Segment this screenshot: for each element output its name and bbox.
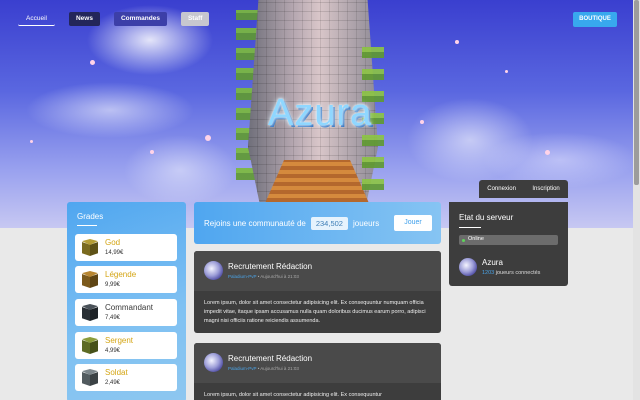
sparkle <box>545 150 550 155</box>
grade-card-commandant[interactable]: Commandant 7,49€ <box>75 299 177 326</box>
sparkle <box>455 40 459 44</box>
nav-commandes[interactable]: Commandes <box>113 12 167 26</box>
grade-price: 4,99€ <box>105 348 121 354</box>
play-button[interactable]: Jouer <box>394 215 432 231</box>
title-underline <box>459 227 481 228</box>
sparkle <box>30 140 33 143</box>
register-link[interactable]: Inscription <box>532 186 559 192</box>
post-date: Aujourd'hui à 21:03 <box>260 366 299 371</box>
community-text: Rejoins une communauté de <box>204 218 306 228</box>
main-nav: Accueil News Commandes Staff <box>18 12 210 26</box>
server-panel-title: Etat du serveur <box>459 213 514 222</box>
post-meta: Paladium-PvP • Aujourd'hui à 21:03 <box>228 366 299 371</box>
grade-name: Commandant <box>105 303 154 312</box>
players-label: joueurs connectés <box>495 270 541 276</box>
grade-card-legende[interactable]: Légende 9,99€ <box>75 266 177 293</box>
login-link[interactable]: Connexion <box>487 186 516 192</box>
post-title[interactable]: Recrutement Rédaction <box>228 262 312 271</box>
grade-name: Soldat <box>105 368 128 377</box>
nav-accueil[interactable]: Accueil <box>18 12 55 26</box>
cube-icon <box>82 271 98 288</box>
server-status-panel: Etat du serveur Online Azura 1203 joueur… <box>449 202 568 286</box>
grades-title: Grades <box>77 212 104 221</box>
page-scrollbar[interactable] <box>633 0 640 400</box>
grade-card-sergent[interactable]: Sergent 4,99€ <box>75 332 177 359</box>
players-online: 1203 joueurs connectés <box>482 270 540 276</box>
post-body: Lorem ipsum, dolor sit amet consectetur … <box>204 300 426 324</box>
post-header: Recrutement Rédaction Paladium-PvP • Auj… <box>194 343 441 383</box>
author-avatar <box>204 353 223 372</box>
sparkle <box>505 70 508 73</box>
community-text-suffix: joueurs <box>352 218 380 228</box>
title-underline <box>77 225 97 226</box>
grade-name: God <box>105 238 121 247</box>
server-avatar <box>459 258 477 276</box>
hero-title: Azura <box>267 92 373 134</box>
cube-icon <box>82 304 98 321</box>
grade-name: Légende <box>105 270 137 279</box>
post-author[interactable]: Paladium-PvP <box>228 366 256 371</box>
sparkle <box>150 150 154 154</box>
grade-price: 2,49€ <box>105 380 121 386</box>
status-label: Online <box>468 236 484 242</box>
online-dot-icon <box>462 238 465 242</box>
sparkle <box>205 135 211 141</box>
post-meta: Paladium-PvP • Aujourd'hui à 21:03 <box>228 274 299 279</box>
news-post[interactable]: Recrutement Rédaction Paladium-PvP • Auj… <box>194 251 441 333</box>
post-date: Aujourd'hui à 21:03 <box>260 274 299 279</box>
cube-icon <box>82 369 98 386</box>
sparkle <box>90 60 95 65</box>
sparkle <box>420 120 424 124</box>
cube-icon <box>82 337 98 354</box>
player-count-badge: 234,502 <box>310 216 348 230</box>
post-header: Recrutement Rédaction Paladium-PvP • Auj… <box>194 251 441 291</box>
post-author[interactable]: Paladium-PvP <box>228 274 256 279</box>
auth-tabs: Connexion Inscription <box>479 180 568 198</box>
grade-name: Sergent <box>105 336 134 345</box>
grade-price: 14,99€ <box>105 250 124 256</box>
status-badge: Online <box>459 235 558 245</box>
scrollbar-thumb[interactable] <box>634 0 639 185</box>
nav-staff[interactable]: Staff <box>180 12 210 26</box>
post-body: Lorem ipsum, dolor sit amet consectetur … <box>204 392 382 398</box>
shop-button[interactable]: BOUTIQUE <box>573 12 617 27</box>
nav-news[interactable]: News <box>68 12 100 26</box>
grades-panel: Grades God 14,99€ Légende 9,99€ Commanda… <box>67 202 186 400</box>
grade-card-soldat[interactable]: Soldat 2,49€ <box>75 364 177 391</box>
community-banner: Rejoins une communauté de 234,502 joueur… <box>194 202 441 244</box>
post-title[interactable]: Recrutement Rédaction <box>228 354 312 363</box>
cube-icon <box>82 239 98 256</box>
grade-price: 7,49€ <box>105 315 121 321</box>
news-post[interactable]: Recrutement Rédaction Paladium-PvP • Auj… <box>194 343 441 400</box>
server-name: Azura <box>482 258 503 267</box>
author-avatar <box>204 261 223 280</box>
grade-price: 9,99€ <box>105 282 121 288</box>
grade-card-god[interactable]: God 14,99€ <box>75 234 177 261</box>
players-count: 1203 <box>482 270 495 276</box>
